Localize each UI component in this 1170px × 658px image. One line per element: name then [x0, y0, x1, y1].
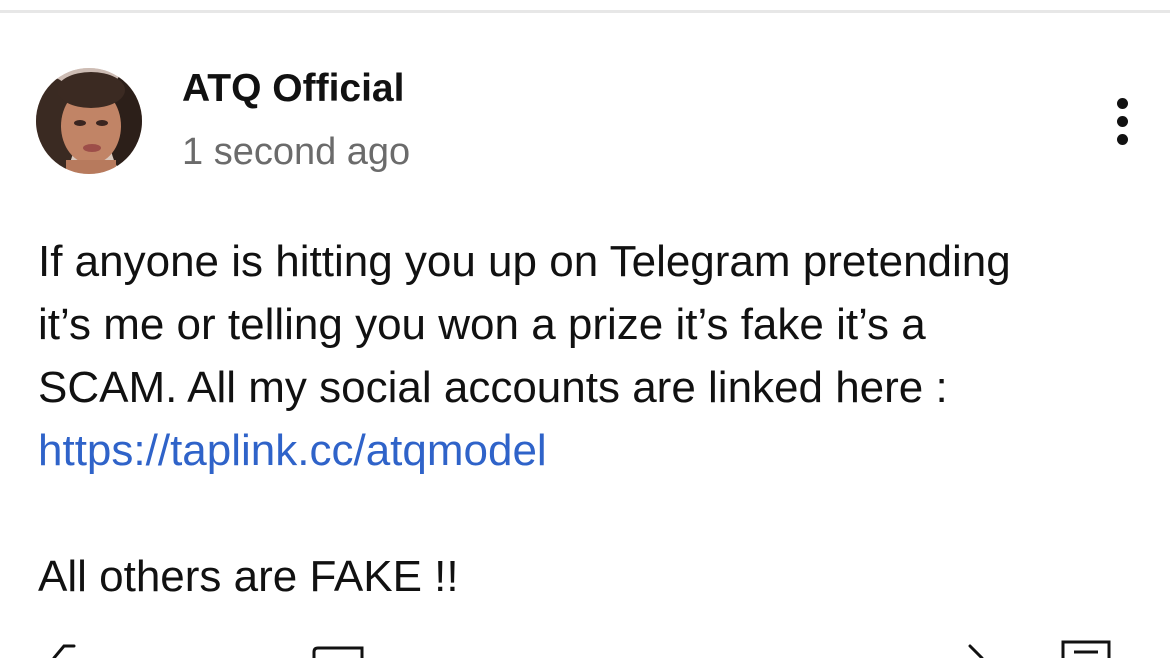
- post-body: If anyone is hitting you up on Telegram …: [38, 230, 1148, 608]
- share-icon[interactable]: [962, 632, 1002, 658]
- comment-icon[interactable]: [310, 632, 366, 658]
- more-vertical-icon-dot: [1117, 134, 1128, 145]
- post-link[interactable]: https://taplink.cc/atqmodel: [38, 426, 547, 475]
- more-vertical-icon: [1117, 98, 1128, 109]
- more-vertical-icon-dot: [1117, 116, 1128, 127]
- post-timestamp: 1 second ago: [182, 131, 411, 173]
- post-action-bar: [0, 632, 1170, 658]
- profile-photo: [36, 68, 142, 174]
- top-divider: [0, 10, 1170, 13]
- author-avatar[interactable]: [36, 68, 142, 174]
- more-options-button[interactable]: [1104, 92, 1142, 152]
- save-icon[interactable]: [1060, 632, 1112, 658]
- post-closing-text: All others are FAKE !!: [38, 552, 459, 601]
- post-text-line: If anyone is hitting you up on Telegram …: [38, 237, 1011, 286]
- post-text-line: it’s me or telling you won a prize it’s …: [38, 300, 926, 349]
- post-text-line: SCAM. All my social accounts are linked …: [38, 363, 948, 412]
- like-icon[interactable]: [48, 632, 88, 658]
- author-name[interactable]: ATQ Official: [182, 66, 404, 112]
